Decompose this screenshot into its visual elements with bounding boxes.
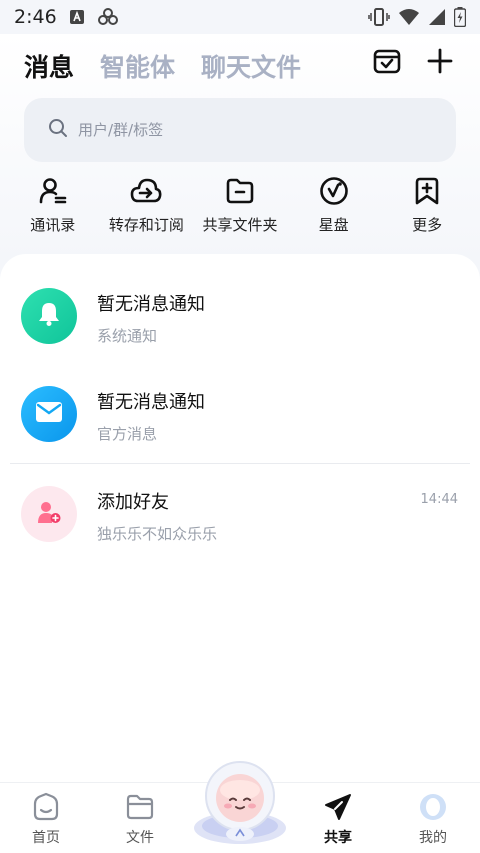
calendar-check-button[interactable] — [370, 46, 404, 80]
nav-item-share[interactable]: 共享 — [298, 791, 378, 847]
cloud-transfer-icon — [129, 174, 163, 208]
contacts-icon — [36, 174, 70, 208]
quick-action-transfer-subscribe[interactable]: 转存和订阅 — [100, 174, 194, 235]
quick-action-label: 共享文件夹 — [202, 216, 278, 234]
header-tabs: 消息 智能体 聊天文件 — [24, 48, 301, 84]
add-friend-icon — [36, 499, 62, 529]
nav-item-home[interactable]: 首页 — [6, 791, 86, 847]
mail-icon — [35, 401, 63, 427]
a-letter-icon — [69, 9, 85, 25]
list-item-subtitle: 官方消息 — [97, 425, 158, 443]
status-time: 2:46 — [14, 6, 57, 28]
status-bar: 2:46 — [0, 0, 480, 34]
list-item-system-notice[interactable]: 暂无消息通知 系统通知 — [0, 268, 480, 364]
add-button[interactable] — [423, 46, 457, 80]
signal-icon — [428, 8, 446, 26]
plus-icon — [426, 47, 454, 79]
tab-messages[interactable]: 消息 — [24, 48, 74, 84]
list-item-subtitle: 系统通知 — [97, 327, 158, 345]
avatar — [21, 386, 77, 442]
send-icon — [322, 791, 354, 823]
avatar — [21, 288, 77, 344]
list-divider — [10, 463, 470, 464]
quick-action-more[interactable]: 更多 — [380, 174, 474, 235]
list-item-add-friend[interactable]: 添加好友 独乐乐不如众乐乐 14:44 — [0, 466, 480, 562]
nav-label: 文件 — [126, 830, 154, 846]
more-bookmark-icon — [410, 174, 444, 208]
vibrate-icon — [368, 8, 390, 26]
list-item-subtitle: 独乐乐不如众乐乐 — [97, 525, 218, 543]
mascot-button[interactable] — [190, 756, 290, 848]
home-face-icon — [30, 791, 62, 823]
tab-chat-files[interactable]: 聊天文件 — [201, 48, 301, 84]
nav-item-files[interactable]: 文件 — [100, 791, 180, 847]
quick-action-label: 通讯录 — [30, 216, 76, 234]
quick-action-star-disk[interactable]: 星盘 — [287, 174, 381, 235]
nav-label: 共享 — [324, 830, 352, 846]
quick-action-label: 更多 — [412, 216, 443, 234]
quick-actions: 通讯录 转存和订阅 共享文件夹 星盘 更多 — [0, 174, 480, 235]
list-item-title: 暂无消息通知 — [97, 392, 205, 413]
nav-label: 首页 — [32, 830, 60, 846]
profile-icon — [417, 791, 449, 823]
avatar — [21, 486, 77, 542]
quick-action-shared-folder[interactable]: 共享文件夹 — [193, 174, 287, 235]
shared-folder-icon — [223, 174, 257, 208]
quick-action-contacts[interactable]: 通讯录 — [6, 174, 100, 235]
list-item-official-messages[interactable]: 暂无消息通知 官方消息 — [0, 366, 480, 462]
calendar-check-icon — [372, 46, 402, 80]
search-icon — [48, 118, 68, 142]
nav-label: 我的 — [419, 830, 447, 846]
list-item-time: 14:44 — [420, 492, 458, 507]
list-item-title: 暂无消息通知 — [97, 294, 205, 315]
battery-icon — [454, 7, 466, 27]
bell-icon — [36, 301, 62, 331]
cluster-icon — [97, 8, 119, 26]
wifi-icon — [398, 8, 420, 26]
folder-icon — [124, 791, 156, 823]
list-item-title: 添加好友 — [97, 492, 169, 513]
search-input[interactable] — [78, 121, 418, 139]
quick-action-label: 转存和订阅 — [108, 216, 184, 234]
tab-agents[interactable]: 智能体 — [100, 48, 175, 84]
nav-item-mine[interactable]: 我的 — [393, 791, 473, 847]
star-disk-icon — [317, 174, 351, 208]
search-bar[interactable] — [24, 98, 456, 162]
quick-action-label: 星盘 — [318, 216, 349, 234]
